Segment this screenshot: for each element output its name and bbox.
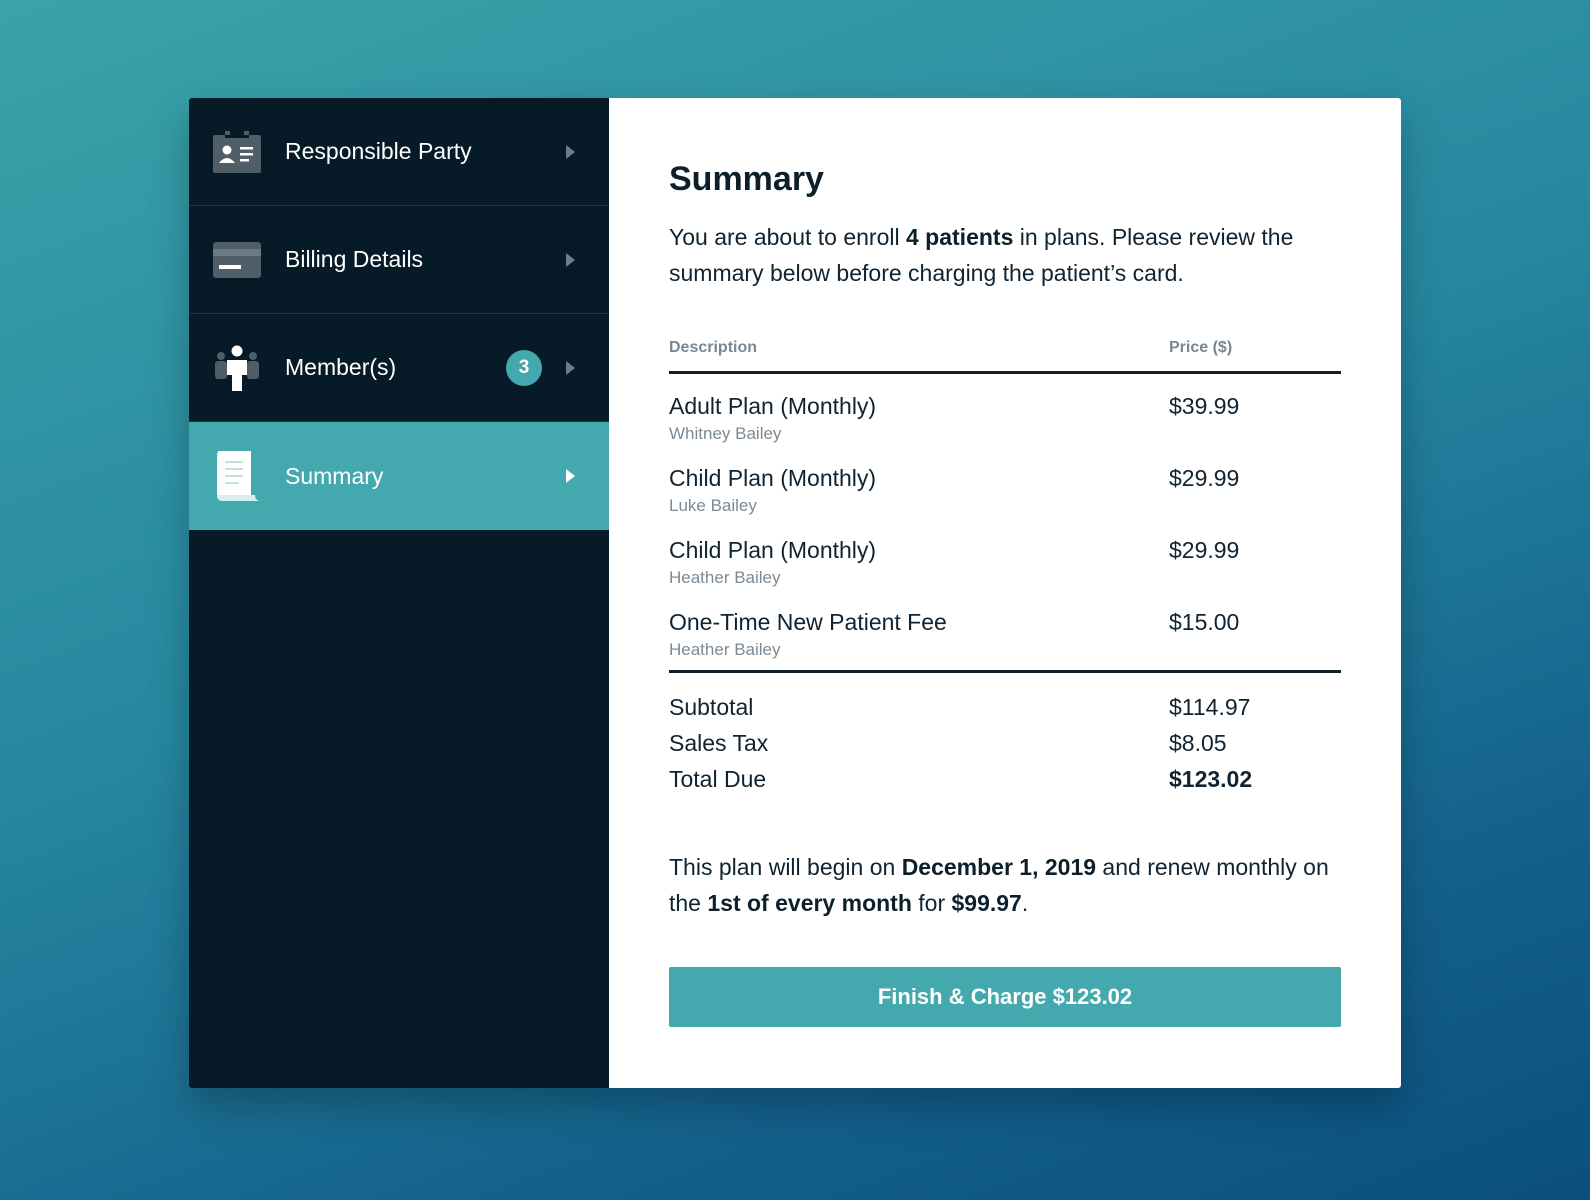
intro-before: You are about to enroll	[669, 224, 906, 250]
table-row: Child Plan (Monthly) Luke Bailey $29.99	[669, 446, 1341, 518]
item-name: Child Plan (Monthly)	[669, 465, 877, 491]
summary-table: Description Price ($) Adult Plan (Monthl…	[669, 339, 1341, 797]
plan-renewal-note: This plan will begin on December 1, 2019…	[669, 849, 1341, 921]
item-person: Heather Bailey	[669, 640, 781, 659]
item-person: Whitney Bailey	[669, 424, 782, 443]
table-row: One-Time New Patient Fee Heather Bailey …	[669, 590, 1341, 662]
total-value: $8.05	[1169, 730, 1227, 756]
sales-tax-row: Sales Tax $8.05	[669, 725, 1341, 761]
chevron-right-icon	[566, 469, 575, 483]
chevron-right-icon	[566, 360, 575, 375]
recurring-amount: $99.97	[951, 890, 1022, 916]
item-person: Heather Bailey	[669, 568, 781, 587]
item-price: $39.99	[1169, 393, 1240, 419]
total-value: $114.97	[1169, 694, 1251, 720]
header-price: Price ($)	[1169, 339, 1233, 356]
chevron-right-icon	[566, 144, 575, 159]
credit-card-icon	[213, 236, 261, 284]
total-label: Total Due	[669, 766, 767, 792]
note-text: This plan will begin on	[669, 854, 902, 880]
table-header: Description Price ($)	[669, 339, 1341, 374]
item-name: Child Plan (Monthly)	[669, 537, 877, 563]
intro-text: You are about to enroll 4 patients in pl…	[669, 219, 1309, 291]
sidebar-item-label: Billing Details	[285, 246, 424, 272]
member-count-badge: 3	[506, 349, 542, 386]
page-title: Summary	[669, 160, 824, 198]
sidebar-item-members[interactable]: Member(s) 3	[189, 314, 609, 422]
patient-count: 4 patients	[906, 224, 1014, 250]
item-name: One-Time New Patient Fee	[669, 609, 947, 635]
total-due-row: Total Due $123.02	[669, 761, 1341, 797]
item-price: $29.99	[1169, 537, 1240, 563]
table-row: Adult Plan (Monthly) Whitney Bailey $39.…	[669, 374, 1341, 446]
people-icon	[213, 344, 261, 392]
sidebar: Responsible Party Billing Details Member…	[189, 98, 609, 1088]
sidebar-item-responsible-party[interactable]: Responsible Party	[189, 98, 609, 206]
subtotal-row: Subtotal $114.97	[669, 689, 1341, 725]
sidebar-item-billing-details[interactable]: Billing Details	[189, 206, 609, 314]
item-price: $15.00	[1169, 609, 1240, 635]
note-text: .	[1021, 890, 1029, 916]
id-card-icon	[213, 128, 261, 176]
billing-cycle: 1st of every month	[707, 890, 912, 916]
start-date: December 1, 2019	[901, 854, 1097, 880]
item-name: Adult Plan (Monthly)	[669, 393, 877, 419]
enrollment-card: Responsible Party Billing Details Member…	[189, 98, 1401, 1088]
item-price: $29.99	[1169, 465, 1240, 491]
total-label: Sales Tax	[669, 730, 769, 756]
sidebar-item-label: Responsible Party	[285, 138, 472, 164]
sidebar-item-label: Member(s)	[285, 354, 397, 380]
line-items: Adult Plan (Monthly) Whitney Bailey $39.…	[669, 374, 1341, 673]
finish-charge-button[interactable]: Finish & Charge $123.02	[669, 967, 1341, 1027]
table-row: Child Plan (Monthly) Heather Bailey $29.…	[669, 518, 1341, 590]
item-person: Luke Bailey	[669, 496, 757, 515]
sidebar-item-summary[interactable]: Summary	[189, 422, 609, 530]
receipt-icon	[213, 451, 261, 501]
total-value: $123.02	[1169, 766, 1253, 792]
header-description: Description	[669, 339, 758, 356]
summary-panel: Summary You are about to enroll 4 patien…	[609, 98, 1401, 1088]
totals: Subtotal $114.97 Sales Tax $8.05 Total D…	[669, 673, 1341, 797]
chevron-right-icon	[566, 252, 575, 267]
sidebar-item-label: Summary	[285, 462, 384, 489]
total-label: Subtotal	[669, 694, 754, 720]
note-text: for	[911, 890, 952, 916]
